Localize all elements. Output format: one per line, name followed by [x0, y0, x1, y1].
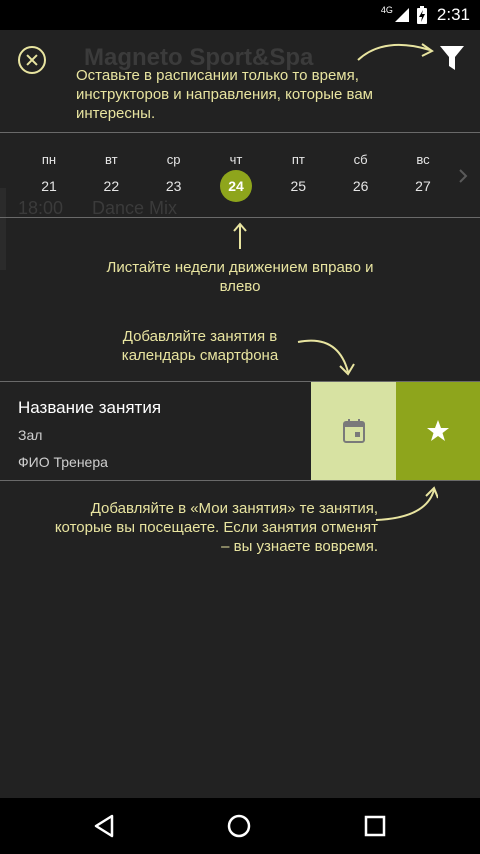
- filter-icon[interactable]: [440, 46, 464, 72]
- back-icon[interactable]: [92, 814, 116, 838]
- day-number[interactable]: 25: [271, 178, 325, 208]
- hint-arrow-icon: [375, 486, 438, 521]
- day-number-label: 21: [41, 178, 57, 194]
- star-icon: [426, 419, 450, 443]
- divider: [0, 132, 480, 133]
- day-number-label: 26: [352, 178, 369, 194]
- day-number[interactable]: 21: [22, 178, 76, 208]
- arrow-up-icon: [232, 222, 248, 250]
- status-time: 2:31: [436, 5, 470, 24]
- divider: [0, 217, 480, 218]
- day-number-label: 23: [165, 178, 182, 194]
- day-name: ср: [166, 152, 181, 167]
- hint-swipe-weeks: Листайте недели движением вправо и влево: [106, 259, 374, 295]
- close-icon[interactable]: [18, 46, 46, 74]
- day-number-selected[interactable]: 24: [209, 170, 263, 208]
- hint-favorites: Добавляйте в «Мои занятия» те занятия, к…: [54, 500, 378, 555]
- day-name: пт: [291, 152, 305, 167]
- class-indicator: [0, 188, 6, 270]
- battery-charging-icon: [416, 6, 427, 24]
- day-name: пн: [41, 152, 57, 167]
- home-icon[interactable]: [226, 813, 252, 839]
- day-number[interactable]: 26: [334, 178, 388, 208]
- hint-arrow-icon: [297, 339, 355, 376]
- hint-calendar: Добавляйте занятия в календарь смартфона: [121, 328, 279, 364]
- class-room: Зал: [18, 427, 43, 443]
- navigation-bar: [0, 798, 480, 854]
- day-number[interactable]: 23: [147, 178, 201, 208]
- chevron-right-icon[interactable]: [458, 168, 468, 184]
- day-number-label: 27: [415, 178, 431, 194]
- day-name: вс: [416, 152, 430, 167]
- week-day-names: пн вт ср чт пт сб вс: [22, 152, 450, 167]
- day-name: вт: [105, 152, 118, 167]
- calendar-icon: [342, 419, 365, 443]
- class-trainer: ФИО Тренера: [18, 454, 108, 470]
- signal-icon: [394, 8, 409, 22]
- recent-apps-icon[interactable]: [364, 815, 386, 837]
- day-number[interactable]: 27: [396, 178, 450, 208]
- hint-filter: Оставьте в расписании только то время, и…: [76, 67, 373, 122]
- day-name: чт: [229, 152, 243, 167]
- class-card[interactable]: Название занятия Зал ФИО Тренера: [0, 381, 480, 481]
- network-type: 4G: [380, 5, 393, 15]
- week-day-numbers: 21 22 23 24 25 26 27: [22, 170, 450, 208]
- day-number[interactable]: 22: [84, 178, 138, 208]
- day-number-label: 22: [103, 178, 120, 194]
- add-to-calendar-button[interactable]: [311, 382, 396, 480]
- selected-day-label: 24: [219, 170, 252, 202]
- add-to-favorites-button[interactable]: [396, 382, 480, 480]
- hint-arrow-icon: [357, 43, 434, 61]
- class-title: Название занятия: [18, 398, 162, 417]
- day-number-label: 25: [290, 178, 307, 194]
- day-name: сб: [353, 152, 368, 167]
- status-bar: 4G 2:31: [0, 0, 480, 30]
